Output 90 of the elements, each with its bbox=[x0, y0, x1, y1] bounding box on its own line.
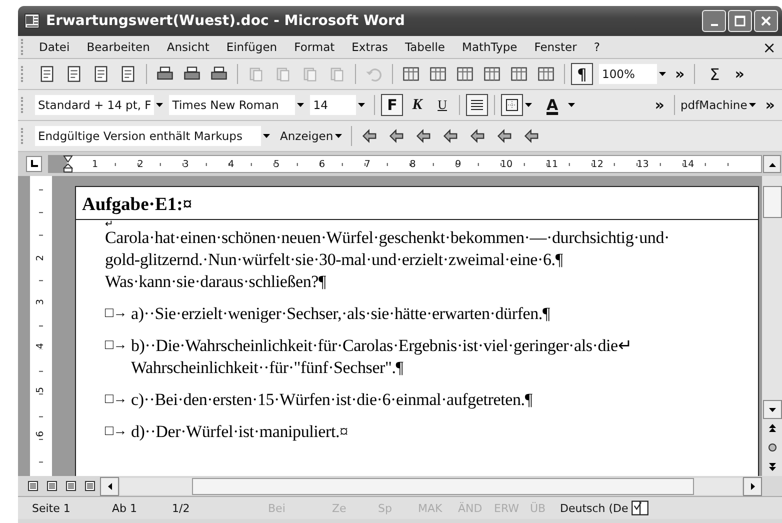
checkbox-marker: □→ bbox=[105, 305, 128, 323]
answer-option: b)··Die·Wahrscheinlichkeit·für·Carolas·Ergebnis·ist·viel·geringer·als·die↵ Wahrscheinlichkeit··für·"fünf·Sechser".¶ bbox=[131, 335, 632, 379]
normal-view-icon[interactable] bbox=[26, 479, 40, 493]
left-arrow-icon bbox=[108, 482, 112, 490]
caret-icon[interactable] bbox=[335, 134, 342, 138]
menu-item[interactable]: ? bbox=[586, 40, 610, 54]
caret-icon[interactable] bbox=[568, 103, 576, 107]
menu-item[interactable]: Fenster bbox=[527, 40, 587, 54]
ruler-number: 5 bbox=[36, 386, 46, 394]
underline-button[interactable]: U bbox=[431, 94, 454, 116]
sum-button[interactable]: Σ bbox=[700, 62, 729, 86]
scroll-up-button[interactable] bbox=[763, 155, 781, 173]
menu-item[interactable]: Extras bbox=[344, 40, 398, 54]
line-break-mark: ↵ bbox=[105, 220, 114, 227]
scroll-right-button[interactable] bbox=[743, 476, 762, 496]
horizontal-scrollbar[interactable] bbox=[120, 478, 742, 494]
status-text: 1/2 bbox=[172, 502, 191, 514]
close-icon bbox=[760, 15, 772, 27]
style-dropdown[interactable]: Standard + 14 pt, F bbox=[35, 95, 154, 115]
menu-item[interactable]: MathType bbox=[455, 40, 528, 54]
font-size-dropdown[interactable]: 14 bbox=[310, 95, 356, 115]
caret-icon[interactable] bbox=[525, 103, 532, 107]
close-button[interactable] bbox=[754, 10, 778, 32]
show-marks-button[interactable]: ¶ bbox=[571, 63, 593, 85]
spelling-status-icon bbox=[631, 499, 650, 517]
menu-item[interactable]: Format bbox=[287, 40, 345, 54]
border-button[interactable] bbox=[501, 94, 524, 116]
caret-icon[interactable] bbox=[263, 134, 270, 138]
ruler-number: 2 bbox=[36, 254, 46, 262]
caret-icon[interactable] bbox=[297, 103, 304, 107]
down-arrow-icon bbox=[768, 408, 776, 412]
more-button[interactable]: » bbox=[732, 65, 748, 83]
tab-selector[interactable] bbox=[26, 156, 42, 172]
new-document-icon[interactable] bbox=[38, 65, 56, 83]
maximize-icon bbox=[734, 15, 746, 27]
ruler-number: 4 bbox=[36, 342, 46, 350]
checkbox-marker: □→ bbox=[105, 391, 128, 409]
answer-option: d)··Der·Würfel·ist·manipuliert.¤ bbox=[131, 421, 348, 443]
minimize-icon bbox=[710, 24, 718, 26]
align-left-icon bbox=[470, 99, 484, 111]
answer-option: a)··Sie·erzielt·weniger·Sechser,·als·sie·hätte·erwarten·dürfen.¶ bbox=[131, 303, 550, 325]
menu-item[interactable]: Datei bbox=[32, 40, 80, 54]
checkbox-marker: □→ bbox=[105, 423, 128, 441]
table-icon[interactable] bbox=[456, 65, 474, 83]
status-text: Seite 1 bbox=[32, 502, 72, 514]
ruler-number: 3 bbox=[36, 298, 46, 306]
left-tab-icon bbox=[29, 159, 39, 169]
pdf-machine-menu[interactable]: pdfMachine bbox=[680, 98, 748, 112]
status-text: Ab 1 bbox=[112, 502, 138, 514]
show-menu[interactable]: Anzeigen bbox=[280, 129, 334, 143]
double-down-arrow-icon bbox=[768, 462, 776, 471]
ruler-number: 6 bbox=[36, 430, 46, 438]
vertical-scrollbar[interactable] bbox=[762, 176, 782, 476]
caret-icon[interactable] bbox=[156, 103, 164, 107]
more-button[interactable]: » bbox=[652, 96, 668, 114]
scroll-down-button[interactable] bbox=[762, 400, 782, 419]
menu-item[interactable]: Ansicht bbox=[160, 40, 220, 54]
paragraph: Carola·hat·einen·schönen·neuen·Würfel·geschenkt·bekommen·—·durchsichtig·und· gold-glitzernd.·Nun·würfelt·sie·30-mal·und·erzielt·zweimal·eine·6.¶ Was·kann·sie·daraus·schließen?¶ bbox=[105, 227, 670, 293]
caret-icon[interactable] bbox=[659, 72, 666, 76]
menu-item[interactable]: Bearbeiten bbox=[80, 40, 160, 54]
italic-button[interactable]: K bbox=[406, 94, 428, 116]
double-up-arrow-icon bbox=[768, 424, 776, 433]
minimize-button[interactable] bbox=[702, 10, 726, 32]
font-dropdown[interactable]: Times New Roman bbox=[169, 95, 296, 115]
font-color-button[interactable]: A bbox=[538, 93, 566, 117]
answer-option: c)··Bei·den·ersten·15·Würfen·ist·die·6·einmal·aufgetreten.¶ bbox=[131, 389, 532, 411]
window-title: Erwartungswert(Wuest).doc - Microsoft Word bbox=[46, 13, 406, 29]
close-document-button[interactable]: × bbox=[762, 38, 776, 56]
caret-icon[interactable] bbox=[749, 103, 756, 107]
indent-marker-icon[interactable] bbox=[63, 155, 73, 173]
scroll-thumb[interactable] bbox=[762, 186, 782, 218]
bold-button[interactable]: F bbox=[381, 94, 404, 116]
up-arrow-icon bbox=[768, 162, 776, 166]
caret-icon[interactable] bbox=[358, 103, 366, 107]
border-icon bbox=[505, 98, 520, 112]
scroll-left-button[interactable] bbox=[100, 476, 119, 496]
align-left-button[interactable] bbox=[466, 94, 488, 116]
menu-item[interactable]: Einfügen bbox=[219, 40, 288, 54]
circle-icon bbox=[768, 443, 776, 452]
right-arrow-icon bbox=[750, 482, 754, 490]
maximize-button[interactable] bbox=[728, 10, 752, 32]
more-button[interactable]: » bbox=[672, 65, 688, 83]
zoom-dropdown[interactable]: 100% bbox=[599, 64, 657, 84]
menu-item[interactable]: Tabelle bbox=[398, 40, 456, 54]
more-button[interactable]: » bbox=[762, 96, 778, 114]
ruler-number: 14 bbox=[685, 158, 730, 170]
status-text: Deutsch (De bbox=[560, 502, 628, 514]
heading: Aufgabe·E1:¤ bbox=[82, 195, 192, 215]
checkbox-marker: □→ bbox=[105, 337, 128, 355]
markup-view-dropdown[interactable]: Endgültige Version enthält Markups bbox=[35, 126, 261, 146]
